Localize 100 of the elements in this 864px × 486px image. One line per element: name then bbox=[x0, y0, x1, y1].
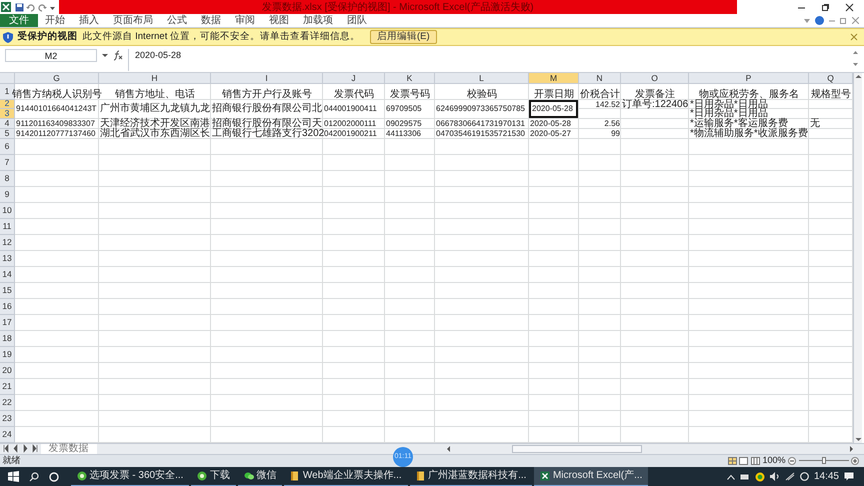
redo-icon[interactable] bbox=[38, 2, 46, 12]
ribbon-tab[interactable]: 加载项 bbox=[296, 14, 340, 27]
column-header[interactable]: N bbox=[579, 72, 621, 84]
row-header[interactable]: 13 bbox=[0, 250, 15, 266]
column-header[interactable]: P bbox=[689, 72, 809, 84]
scroll-right-icon[interactable] bbox=[848, 444, 855, 452]
row-header[interactable]: 7 bbox=[0, 154, 15, 170]
column-header[interactable]: G bbox=[15, 72, 99, 84]
row-header[interactable]: 24 bbox=[0, 426, 15, 442]
excel-logo-icon[interactable] bbox=[0, 1, 12, 13]
zoom-in-icon[interactable] bbox=[851, 456, 859, 464]
notification-icon[interactable] bbox=[844, 472, 854, 481]
row-header[interactable]: 17 bbox=[0, 314, 15, 330]
window-close-icon[interactable] bbox=[852, 17, 859, 24]
ribbon-tab[interactable]: 公式 bbox=[160, 14, 194, 27]
row-header[interactable]: 5 bbox=[0, 128, 15, 138]
row-header[interactable]: 22 bbox=[0, 394, 15, 410]
ribbon-tab[interactable]: 数据 bbox=[194, 14, 228, 27]
volume-icon[interactable] bbox=[770, 472, 780, 481]
column-header[interactable]: M bbox=[529, 72, 579, 84]
horizontal-scrollbar-thumb[interactable] bbox=[512, 444, 642, 452]
cortana-icon[interactable] bbox=[49, 472, 59, 482]
window-restore-icon[interactable] bbox=[840, 17, 847, 24]
active-cell[interactable]: 2020-05-28 bbox=[529, 100, 578, 118]
column-header[interactable]: J bbox=[323, 72, 385, 84]
taskbar-item[interactable]: 微信 bbox=[238, 466, 282, 486]
zoom-slider-track[interactable] bbox=[798, 457, 848, 464]
column-header[interactable]: O bbox=[621, 72, 689, 84]
row-header[interactable]: 11 bbox=[0, 218, 15, 234]
row-header[interactable]: 14 bbox=[0, 266, 15, 282]
clock-time[interactable]: 14:45 bbox=[814, 469, 839, 484]
row-header[interactable]: 20 bbox=[0, 362, 15, 378]
row-header[interactable]: 8 bbox=[0, 170, 15, 186]
last-sheet-icon[interactable] bbox=[31, 444, 38, 453]
row-header[interactable]: 15 bbox=[0, 282, 15, 298]
ribbon-tab[interactable]: 文件 bbox=[0, 14, 38, 27]
scroll-up-icon[interactable] bbox=[854, 72, 862, 80]
wechat-app-icon bbox=[244, 470, 254, 480]
vertical-scrollbar[interactable] bbox=[853, 72, 862, 442]
zoom-out-icon[interactable] bbox=[788, 456, 796, 464]
formula-icon[interactable] bbox=[113, 48, 123, 62]
restore-icon[interactable] bbox=[821, 2, 830, 12]
row-header[interactable]: 9 bbox=[0, 186, 15, 202]
battery-icon[interactable] bbox=[740, 474, 750, 480]
sheet-tab[interactable]: 发票数据 bbox=[40, 444, 96, 454]
table-cell-text: 09029575 bbox=[385, 118, 423, 128]
ribbon-tab[interactable]: 插入 bbox=[72, 14, 106, 27]
column-header[interactable]: Q bbox=[809, 72, 853, 84]
row-header[interactable]: 3 bbox=[0, 109, 15, 118]
row-header[interactable]: 16 bbox=[0, 298, 15, 314]
taskbar-item[interactable]: Web端企业票夫操作... bbox=[284, 466, 408, 486]
start-icon[interactable] bbox=[8, 471, 19, 482]
protected-view-title: 受保护的视图 bbox=[18, 30, 78, 44]
close-icon[interactable] bbox=[845, 2, 854, 12]
column-header[interactable]: K bbox=[385, 72, 435, 84]
help-icon[interactable] bbox=[815, 16, 824, 25]
table-cell: 天津经济技术开发区南港 bbox=[99, 118, 211, 128]
taskbar-item[interactable]: Microsoft Excel(产... bbox=[534, 466, 648, 486]
undo-icon[interactable] bbox=[26, 2, 35, 12]
enable-editing-button[interactable]: 启用编辑(E) bbox=[370, 30, 437, 44]
previous-sheet-icon[interactable] bbox=[12, 444, 19, 453]
first-sheet-icon[interactable] bbox=[2, 444, 10, 453]
column-header[interactable]: I bbox=[211, 72, 323, 84]
row-header[interactable]: 23 bbox=[0, 410, 15, 426]
formula-field[interactable]: 2020-05-28 bbox=[128, 48, 847, 70]
row-header[interactable]: 10 bbox=[0, 202, 15, 218]
browser-app-icon bbox=[77, 470, 87, 480]
row-header[interactable]: 6 bbox=[0, 138, 15, 154]
taskbar-item[interactable]: 下载 bbox=[191, 466, 236, 486]
page-layout-icon[interactable] bbox=[739, 456, 748, 464]
ribbon-tab[interactable]: 视图 bbox=[262, 14, 296, 27]
zoom-slider-thumb[interactable] bbox=[822, 457, 826, 464]
collapse-ribbon-icon[interactable] bbox=[804, 18, 810, 24]
row-header[interactable]: 21 bbox=[0, 378, 15, 394]
normal-view-icon[interactable] bbox=[728, 456, 737, 464]
ribbon-tab[interactable]: 团队 bbox=[340, 14, 374, 27]
scroll-left-icon[interactable] bbox=[445, 444, 452, 452]
row-header[interactable]: 19 bbox=[0, 346, 15, 362]
next-sheet-icon[interactable] bbox=[22, 444, 28, 453]
name-box[interactable]: M2 bbox=[5, 48, 97, 62]
ribbon-tab[interactable]: 审阅 bbox=[228, 14, 262, 27]
save-icon[interactable] bbox=[14, 2, 24, 12]
table-cell-text: 914201120777137460 bbox=[15, 128, 96, 138]
taskbar-item[interactable]: 广州湛蓝数据科技有... bbox=[410, 466, 532, 486]
tray-expand-icon[interactable] bbox=[726, 474, 735, 480]
ribbon-tab[interactable]: 开始 bbox=[38, 14, 72, 27]
page-break-icon[interactable] bbox=[750, 456, 760, 464]
taskbar-item[interactable]: 选项发票 - 360安全... bbox=[71, 466, 190, 486]
ribbon-tab[interactable]: 页面布局 bbox=[106, 14, 160, 27]
column-header[interactable]: L bbox=[435, 72, 529, 84]
zoom-level[interactable]: 100% bbox=[762, 454, 786, 468]
window-minimize-icon[interactable] bbox=[829, 18, 835, 24]
column-header[interactable]: H bbox=[99, 72, 211, 84]
table-cell: *物流辅助服务*收派服务费 bbox=[689, 128, 809, 138]
search-icon[interactable] bbox=[29, 472, 39, 482]
row-header[interactable]: 18 bbox=[0, 330, 15, 346]
formula-scroll-icon[interactable] bbox=[852, 48, 859, 68]
row-header[interactable]: 4 bbox=[0, 118, 15, 128]
table-cell: 工商银行七雄路支行3202 bbox=[211, 128, 323, 138]
row-header[interactable]: 12 bbox=[0, 234, 15, 250]
